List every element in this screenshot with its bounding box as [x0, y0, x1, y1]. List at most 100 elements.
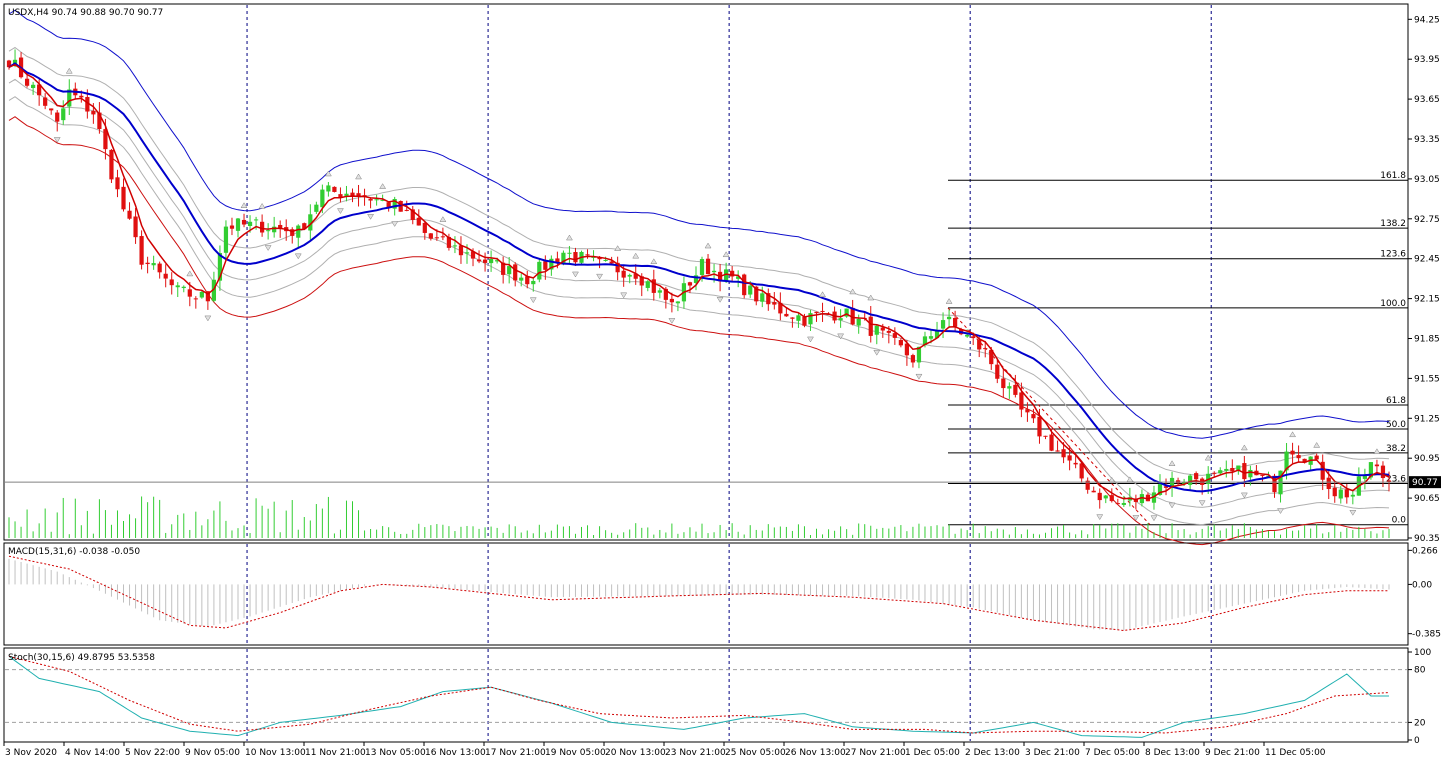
- candle-body: [482, 259, 488, 263]
- candle-body: [585, 254, 590, 256]
- candle-body: [488, 258, 494, 264]
- candle-body: [434, 237, 439, 239]
- candle-body: [537, 261, 542, 280]
- price-tick-label: 91.25: [1414, 414, 1440, 424]
- candle-body: [838, 318, 843, 321]
- macd-tick-label: 0.266: [1412, 546, 1438, 556]
- candle-body: [1049, 434, 1054, 451]
- candle-body: [1290, 450, 1295, 455]
- time-tick-label: 1 Dec 05:00: [905, 748, 960, 758]
- candle-body: [1218, 470, 1223, 474]
- candle-body: [266, 230, 271, 232]
- candle-body: [253, 219, 259, 221]
- candle-body: [163, 273, 168, 279]
- candle-body: [1380, 465, 1386, 479]
- candle-body: [272, 226, 277, 233]
- time-tick-label: 7 Dec 05:00: [1085, 748, 1140, 758]
- candle-body: [332, 186, 337, 192]
- candle-body: [868, 316, 873, 336]
- candle-body: [259, 221, 265, 233]
- candle-body: [796, 315, 801, 321]
- candle-body: [314, 204, 319, 212]
- candle-body: [187, 289, 192, 297]
- candle-body: [952, 318, 958, 327]
- candle-body: [350, 192, 355, 196]
- price-tick-label: 93.05: [1414, 175, 1440, 185]
- candle-body: [1025, 409, 1030, 413]
- candle-body: [1037, 416, 1042, 437]
- candle-body: [79, 95, 84, 98]
- candle-body: [748, 285, 753, 295]
- candle-body: [1350, 494, 1355, 497]
- candle-body: [814, 311, 819, 314]
- candle-body: [1326, 477, 1331, 489]
- last-price-marker: 90.77: [1409, 476, 1441, 489]
- candle-body: [1001, 378, 1006, 389]
- chart-background: [0, 0, 1442, 765]
- candle-body: [1043, 435, 1048, 437]
- candle-body: [1061, 449, 1066, 458]
- candle-body: [1121, 502, 1126, 505]
- candle-body: [657, 290, 662, 293]
- candle-body: [621, 270, 626, 278]
- candle-body: [1103, 495, 1108, 499]
- candle-body: [513, 264, 518, 281]
- candle-body: [49, 108, 54, 111]
- time-tick-label: 27 Nov 21:00: [845, 748, 906, 758]
- candle-body: [1007, 386, 1012, 389]
- time-tick-label: 25 Nov 05:00: [725, 748, 786, 758]
- candle-body: [55, 112, 60, 122]
- stochastic-tick-label: 0: [1414, 736, 1420, 746]
- candle-body: [440, 236, 446, 238]
- candle-body: [133, 216, 138, 238]
- candle-body: [169, 279, 174, 286]
- candle-body: [235, 218, 241, 231]
- candle-body: [121, 186, 126, 210]
- time-tick-label: 10 Nov 13:00: [245, 748, 306, 758]
- time-tick-label: 20 Nov 13:00: [605, 748, 666, 758]
- candle-body: [856, 318, 861, 326]
- candle-body: [175, 285, 180, 288]
- candle-body: [940, 320, 946, 329]
- candle-body: [223, 226, 229, 253]
- candle-body: [1296, 455, 1301, 459]
- time-tick-label: 11 Nov 21:00: [305, 748, 366, 758]
- candle-body: [983, 348, 988, 350]
- candle-body: [1230, 467, 1235, 472]
- price-tick-label: 92.45: [1414, 255, 1440, 265]
- macd-tick-label: 0.00: [1412, 580, 1432, 590]
- fibo-level-label: 161.8: [1380, 171, 1406, 181]
- candle-body: [1109, 495, 1114, 502]
- candle-body: [567, 252, 572, 254]
- candle-body: [428, 233, 433, 239]
- candle-body: [416, 217, 421, 226]
- candle-body: [669, 298, 674, 303]
- price-tick-label: 92.15: [1414, 295, 1440, 305]
- candle-body: [145, 262, 150, 265]
- candle-body: [898, 340, 903, 346]
- time-tick-label: 5 Nov 22:00: [125, 748, 180, 758]
- mt4-chart-window[interactable]: 161.8138.2123.6100.061.850.038.223.60.0 …: [0, 0, 1442, 765]
- price-tick-label: 93.65: [1414, 95, 1440, 105]
- time-tick-label: 16 Nov 13:00: [425, 748, 486, 758]
- candle-body: [296, 225, 301, 238]
- time-tick-label: 23 Nov 21:00: [665, 748, 726, 758]
- candle-body: [24, 78, 30, 86]
- time-tick-label: 13 Nov 05:00: [365, 748, 426, 758]
- candle-body: [705, 258, 711, 275]
- candle-body: [127, 210, 132, 219]
- candle-body: [1188, 475, 1193, 485]
- candle-body: [910, 355, 916, 363]
- candle-body: [627, 274, 632, 277]
- price-tick-label: 94.25: [1414, 15, 1440, 25]
- candle-body: [977, 339, 982, 350]
- candle-body: [458, 245, 464, 256]
- candle-body: [193, 298, 198, 300]
- fibo-level-label: 38.2: [1386, 444, 1406, 454]
- stochastic-tick-label: 100: [1414, 648, 1431, 658]
- macd-tick-label: -0.385: [1412, 630, 1441, 640]
- fibo-level-label: 138.2: [1380, 219, 1406, 229]
- price-tick-label: 90.95: [1414, 454, 1440, 464]
- candle-body: [1097, 492, 1102, 501]
- candle-body: [199, 291, 204, 298]
